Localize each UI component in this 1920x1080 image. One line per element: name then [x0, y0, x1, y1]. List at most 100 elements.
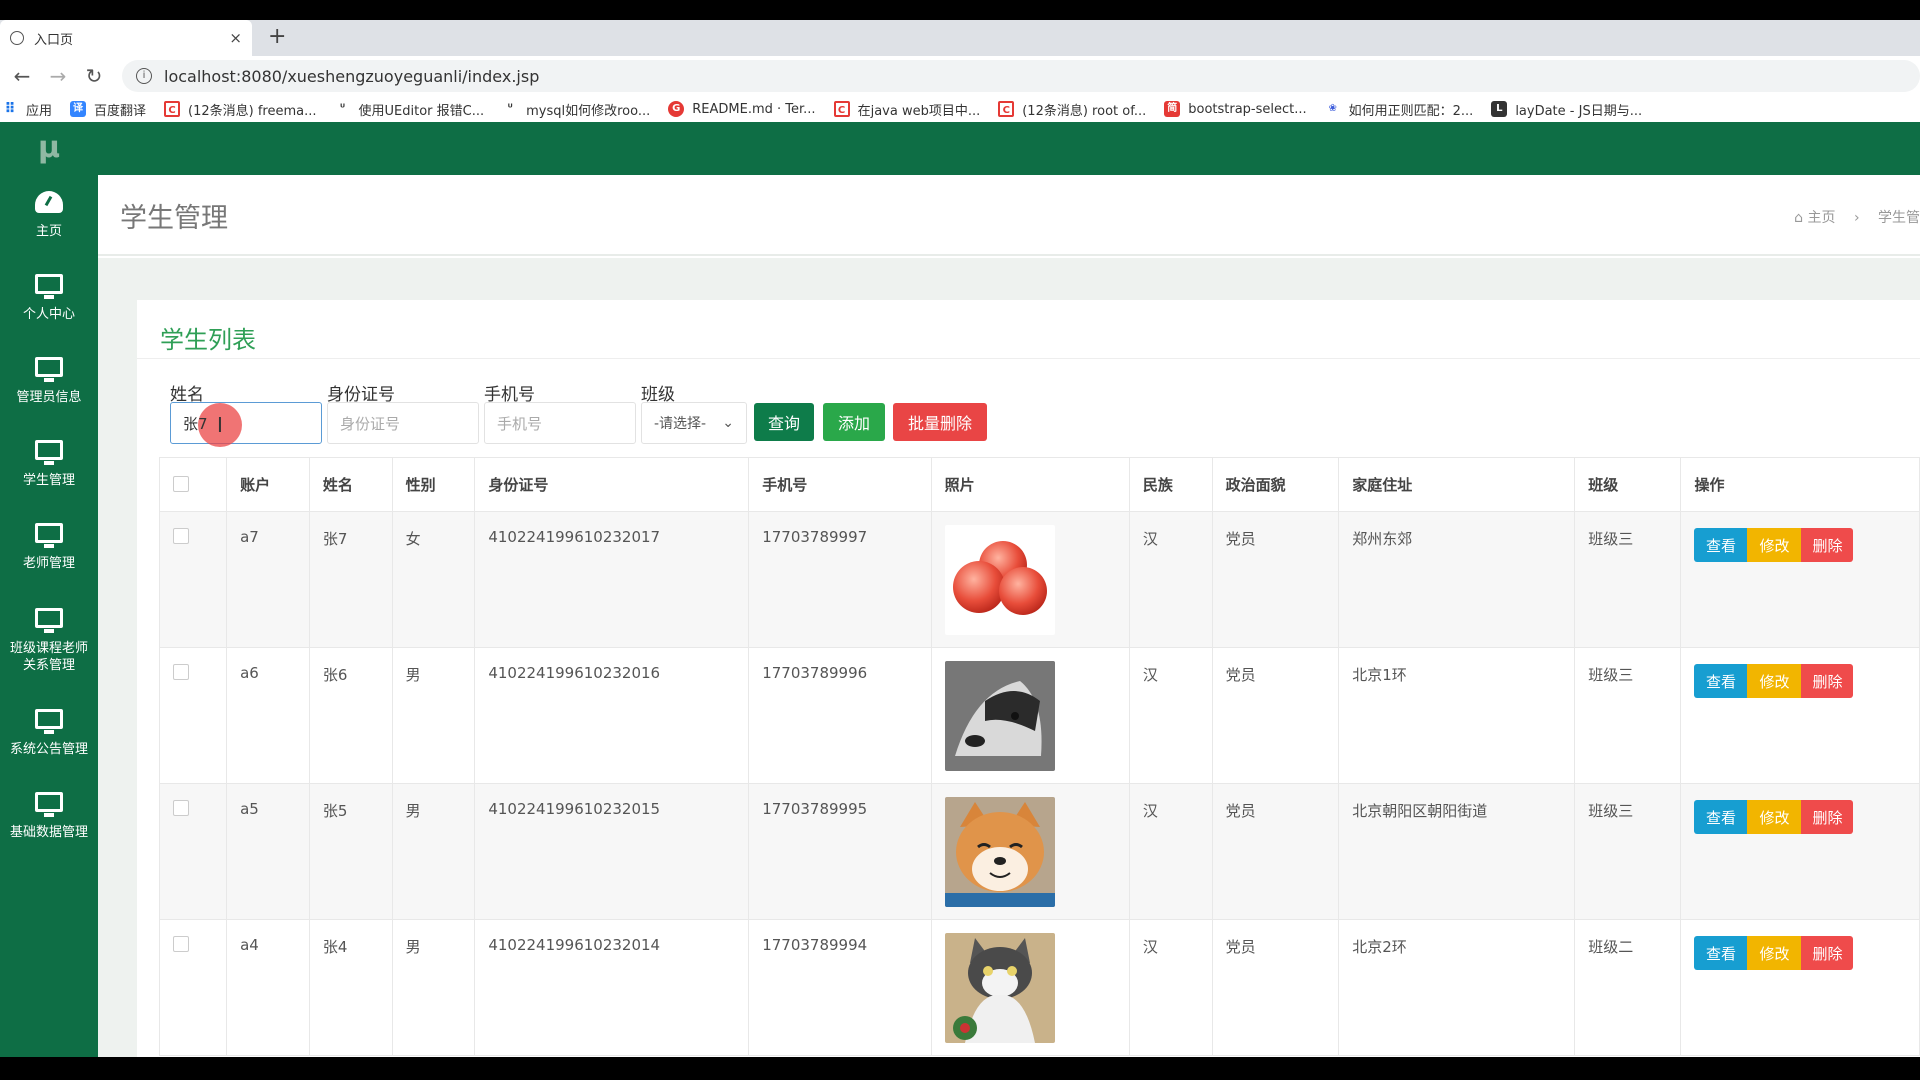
monitor-icon [35, 357, 63, 382]
address-bar[interactable]: i localhost:8080/xueshengzuoyeguanli/ind… [122, 60, 1920, 92]
bookmark-label: 在java web项目中... [857, 103, 981, 119]
new-tab-button[interactable]: + [268, 24, 286, 49]
student-photo [944, 525, 1129, 639]
cell-class: 班级二 [1574, 919, 1682, 1056]
delete-button[interactable]: 删除 [1801, 936, 1854, 970]
page-header: 学生管理 ⌂ 主页 › 学生管 [98, 175, 1920, 256]
sidebar-item-0[interactable]: 主页 [0, 174, 98, 257]
bookmark-item[interactable]: C (12条消息) freema... [164, 100, 317, 119]
bookmark-item[interactable]: ᵁ mysql如何修改roo... [502, 100, 651, 119]
bookmark-item[interactable]: ❀ 如何用正则匹配：2... [1325, 100, 1474, 119]
cell-phone: 17703789996 [748, 647, 932, 784]
row-actions: 查看 修改 删除 [1694, 528, 1919, 562]
cell-photo [930, 647, 1130, 784]
bookmark-label: 百度翻译 [94, 103, 147, 119]
sidebar-item-5[interactable]: 班级课程老师关系管理 [0, 589, 98, 692]
bookmark-item[interactable]: G README.md · Ter... [668, 101, 816, 117]
bookmark-label: 如何用正则匹配：2... [1348, 103, 1474, 119]
sidebar-item-2[interactable]: 管理员信息 [0, 340, 98, 423]
student-table: 账户 姓名 性别 身份证号 手机号 照片 民族 政治面貌 家庭住址 班级 操作 a7 张7 女 41022… [158, 457, 1920, 1056]
bookmark-item[interactable]: LlayDate - JS日期与... [1491, 100, 1642, 119]
monitor-icon [35, 440, 63, 465]
idcard-input[interactable]: 身份证号 [327, 402, 479, 444]
row-checkbox[interactable] [173, 664, 189, 680]
tab-bar: 入口页 × + [0, 20, 1920, 56]
sidebar-item-3[interactable]: 学生管理 [0, 423, 98, 506]
edit-button[interactable]: 修改 [1747, 528, 1802, 562]
sidebar-item-4[interactable]: 老师管理 [0, 506, 98, 589]
cell-phone: 17703789995 [748, 783, 932, 920]
add-button[interactable]: 添加 [823, 403, 885, 441]
browser-toolbar: ← → ↻ i localhost:8080/xueshengzuoyeguan… [0, 56, 1920, 96]
cell-address: 北京朝阳区朝阳街道 [1338, 783, 1576, 920]
browser-tab[interactable]: 入口页 × [0, 20, 252, 56]
breadcrumb-home[interactable]: 主页 [1807, 210, 1835, 226]
view-button[interactable]: 查看 [1694, 528, 1748, 562]
table-row: a4 张4 男 410224199610232014 17703789994 汉党员 北京2… [158, 919, 1920, 1056]
view-button[interactable]: 查看 [1694, 936, 1748, 970]
row-select-cell [158, 511, 228, 648]
edit-button[interactable]: 修改 [1747, 800, 1802, 834]
cell-idcard: 410224199610232014 [474, 919, 750, 1056]
row-actions: 查看 修改 删除 [1694, 936, 1919, 970]
column-header: 手机号 [748, 457, 932, 512]
table-row: a6 张6 男 410224199610232016 17703789996 汉党员 北京1… [158, 647, 1920, 784]
phone-input[interactable]: 手机号 [484, 402, 636, 444]
info-icon[interactable]: i [136, 68, 152, 84]
bookmark-item[interactable]: C (12条消息) root of... [998, 100, 1146, 119]
view-button[interactable]: 查看 [1694, 800, 1748, 834]
cell-name: 张4 [308, 919, 393, 1056]
sidebar-item-7[interactable]: 基础数据管理 [0, 775, 98, 858]
column-header: 政治面貌 [1211, 457, 1340, 512]
view-button[interactable]: 查看 [1694, 664, 1748, 698]
edit-button[interactable]: 修改 [1747, 936, 1802, 970]
delete-button[interactable]: 删除 [1801, 664, 1854, 698]
bookmark-label: 应用 [26, 103, 53, 119]
bookmark-item[interactable]: ᵁ 使用UEditor 报错C... [335, 100, 485, 119]
sidebar-item-6[interactable]: 系统公告管理 [0, 692, 98, 775]
select-all-cell [158, 457, 228, 512]
edit-button[interactable]: 修改 [1747, 664, 1802, 698]
bookmark-item[interactable]: 译百度翻译 [70, 100, 146, 119]
cell-class: 班级三 [1574, 783, 1682, 920]
column-header: 账户 [226, 457, 310, 512]
query-button[interactable]: 查询 [754, 403, 814, 441]
cell-political: 党员 [1211, 647, 1340, 784]
csdn-bookmark-icon: C [998, 101, 1015, 117]
table-row: a7 张7 女 410224199610232017 17703789997 汉党员 郑州东… [158, 511, 1920, 648]
back-icon[interactable]: ← [4, 64, 40, 88]
batch-delete-button[interactable]: 批量删除 [893, 403, 987, 441]
delete-button[interactable]: 删除 [1801, 800, 1854, 834]
bookmark-item[interactable]: ⠿ 应用 [2, 100, 52, 119]
column-header: 性别 [391, 457, 476, 512]
bookmark-item[interactable]: C 在java web项目中... [833, 100, 981, 119]
monitor-icon [35, 709, 63, 734]
class-select[interactable]: -请选择- ⌄ [641, 402, 747, 444]
bookmark-label: (12条消息) root of... [1022, 103, 1147, 119]
bookmark-label: (12条消息) freema... [188, 103, 317, 119]
sidebar-item-1[interactable]: 个人中心 [0, 257, 98, 340]
row-checkbox[interactable] [173, 528, 189, 544]
cell-account: a6 [226, 647, 310, 784]
student-photo [944, 797, 1129, 911]
bookmark-label: layDate - JS日期与... [1515, 103, 1643, 119]
name-input[interactable]: 张7 I [170, 402, 322, 447]
row-checkbox[interactable] [173, 936, 189, 952]
reload-icon[interactable]: ↻ [76, 64, 112, 88]
cell-account: a7 [226, 511, 310, 648]
home-icon: ⌂ [1794, 210, 1804, 226]
row-checkbox[interactable] [173, 800, 189, 816]
breadcrumb-current: 学生管 [1878, 210, 1920, 226]
ue-bookmark-icon: ᵁ [507, 103, 513, 114]
forward-icon[interactable]: → [40, 64, 76, 88]
breadcrumb-separator: › [1853, 210, 1860, 226]
bookmark-item[interactable]: 简 bootstrap-select... [1164, 101, 1307, 117]
cell-gender: 男 [391, 919, 476, 1056]
bookmark-label: 使用UEditor 报错C... [358, 103, 485, 119]
delete-button[interactable]: 删除 [1801, 528, 1854, 562]
close-icon[interactable]: × [229, 29, 242, 47]
git-bookmark-icon: G [668, 101, 685, 117]
bs-bookmark-icon: 简 [1164, 101, 1181, 117]
select-all-checkbox[interactable] [173, 475, 189, 492]
chevron-down-icon: ⌄ [722, 415, 734, 431]
